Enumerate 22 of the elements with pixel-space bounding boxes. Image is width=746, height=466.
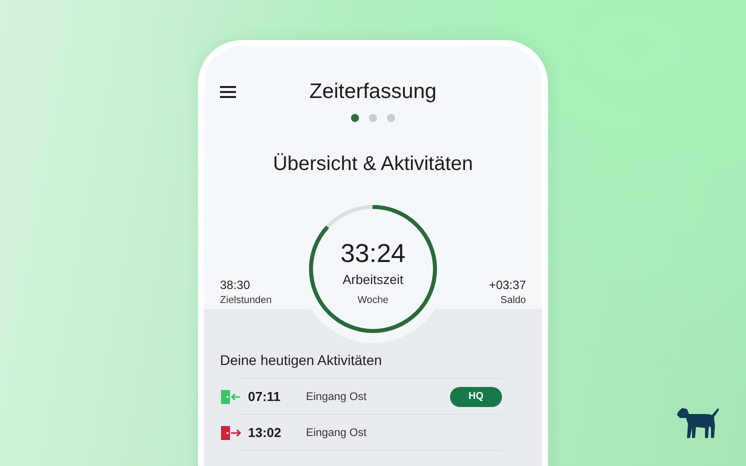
target-hours-value: 38:30	[220, 278, 252, 292]
page-dot[interactable]	[351, 114, 359, 122]
location-badge: HQ	[450, 386, 502, 406]
activity-time: 07:11	[248, 389, 282, 404]
page-dot[interactable]	[369, 114, 377, 122]
app-title: Zeiterfassung	[309, 80, 437, 104]
section-heading: Übersicht & Aktivitäten	[272, 152, 474, 177]
activity-time: 13:02	[248, 425, 282, 440]
dog-icon	[674, 406, 722, 440]
door-enter-icon	[220, 388, 242, 404]
page-dot[interactable]	[387, 114, 395, 122]
balance-value: +03:37	[488, 278, 526, 292]
activities-title: Deine heutigen Aktivitäten	[219, 351, 383, 369]
worked-hours-label: Arbeitszeit	[342, 272, 404, 287]
balance-label: Saldo	[500, 295, 526, 306]
activity-location: Eingang Ost	[306, 426, 368, 438]
activity-location: Eingang Ost	[306, 390, 368, 402]
worked-hours-value: 33:24	[340, 238, 406, 268]
menu-icon[interactable]	[220, 85, 236, 99]
target-hours-label: Zielstunden	[220, 295, 273, 306]
door-exit-icon	[220, 424, 242, 440]
period-label: Woche	[358, 295, 388, 306]
